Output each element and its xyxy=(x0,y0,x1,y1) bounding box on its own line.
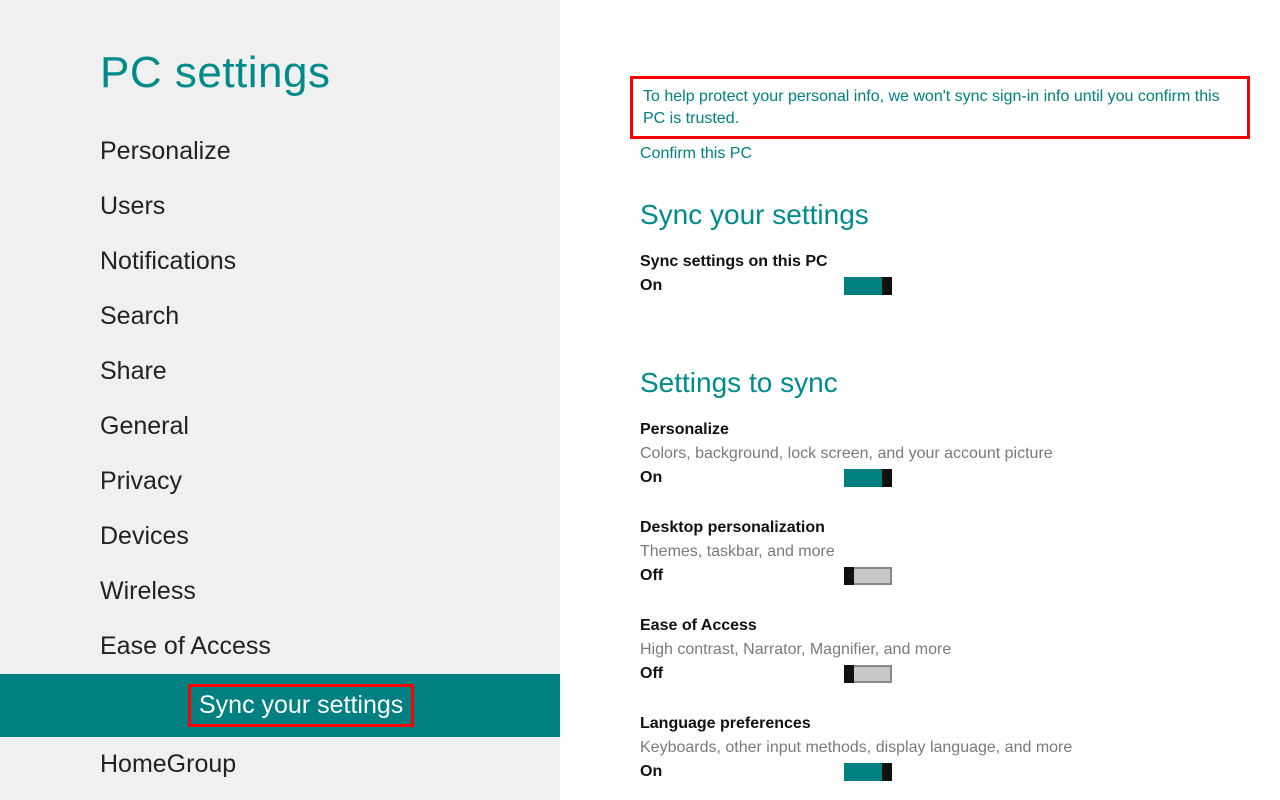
section-heading-settings-to-sync: Settings to sync xyxy=(640,367,1250,399)
setting-state: Off xyxy=(640,665,663,683)
sidebar-item-notifications[interactable]: Notifications xyxy=(0,234,560,289)
main-content: To help protect your personal info, we w… xyxy=(560,0,1280,800)
toggle-desktop-personalization[interactable] xyxy=(844,567,892,585)
page-title: PC settings xyxy=(0,48,560,98)
setting-ease-of-access: Ease of Access High contrast, Narrator, … xyxy=(640,617,1250,683)
setting-state: On xyxy=(640,763,662,781)
setting-desktop-personalization: Desktop personalization Themes, taskbar,… xyxy=(640,519,1250,585)
setting-label: Desktop personalization xyxy=(640,519,1250,537)
setting-state: Off xyxy=(640,567,663,585)
setting-state: On xyxy=(640,469,662,487)
setting-desc: High contrast, Narrator, Magnifier, and … xyxy=(640,641,1250,659)
setting-row: Off xyxy=(640,665,892,683)
sidebar-item-users[interactable]: Users xyxy=(0,179,560,234)
setting-label: Sync settings on this PC xyxy=(640,253,1250,271)
sidebar-item-wireless[interactable]: Wireless xyxy=(0,564,560,619)
highlight-selected: Sync your settings xyxy=(188,684,414,727)
toggle-sync-this-pc[interactable] xyxy=(844,277,892,295)
setting-row: Off xyxy=(640,567,892,585)
sidebar-item-personalize[interactable]: Personalize xyxy=(0,124,560,179)
trust-notice-text: To help protect your personal info, we w… xyxy=(643,86,1237,129)
setting-desc: Colors, background, lock screen, and you… xyxy=(640,445,1250,463)
setting-language-preferences: Language preferences Keyboards, other in… xyxy=(640,715,1250,781)
setting-desc: Themes, taskbar, and more xyxy=(640,543,1250,561)
sidebar-item-ease-of-access[interactable]: Ease of Access xyxy=(0,619,560,674)
setting-label: Ease of Access xyxy=(640,617,1250,635)
sidebar: PC settings Personalize Users Notificati… xyxy=(0,0,560,800)
setting-row: On xyxy=(640,469,892,487)
setting-state: On xyxy=(640,277,662,295)
setting-label: Language preferences xyxy=(640,715,1250,733)
toggle-language-preferences[interactable] xyxy=(844,763,892,781)
section-heading-sync: Sync your settings xyxy=(640,199,1250,231)
sidebar-item-privacy[interactable]: Privacy xyxy=(0,454,560,509)
toggle-personalize[interactable] xyxy=(844,469,892,487)
sidebar-item-homegroup[interactable]: HomeGroup xyxy=(0,737,560,792)
sidebar-item-search[interactable]: Search xyxy=(0,289,560,344)
sidebar-item-devices[interactable]: Devices xyxy=(0,509,560,564)
sidebar-item-share[interactable]: Share xyxy=(0,344,560,399)
setting-desc: Keyboards, other input methods, display … xyxy=(640,739,1250,757)
setting-row: On xyxy=(640,277,892,295)
setting-sync-this-pc: Sync settings on this PC On xyxy=(640,253,1250,295)
toggle-ease-of-access[interactable] xyxy=(844,665,892,683)
sidebar-item-sync-your-settings[interactable]: Sync your settings xyxy=(0,674,560,737)
trust-notice-box: To help protect your personal info, we w… xyxy=(630,76,1250,139)
sidebar-item-general[interactable]: General xyxy=(0,399,560,454)
setting-label: Personalize xyxy=(640,421,1250,439)
setting-row: On xyxy=(640,763,892,781)
confirm-this-pc-link[interactable]: Confirm this PC xyxy=(640,145,752,163)
setting-personalize: Personalize Colors, background, lock scr… xyxy=(640,421,1250,487)
